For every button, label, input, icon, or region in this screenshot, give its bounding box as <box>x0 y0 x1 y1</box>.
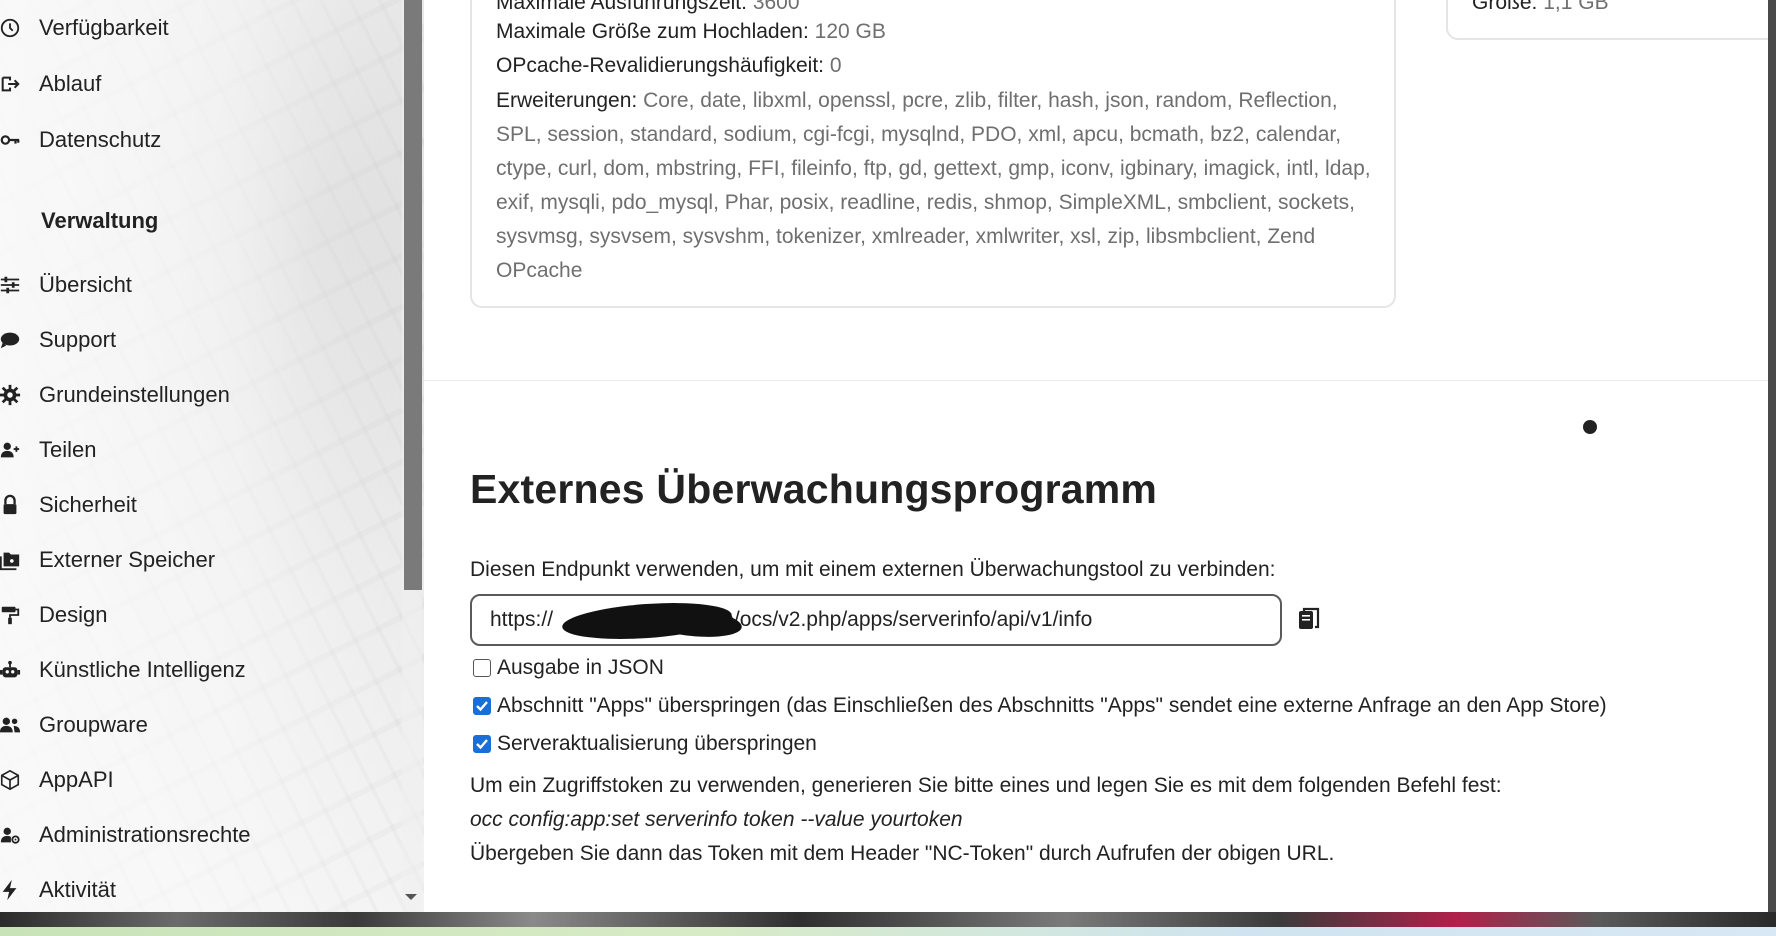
nav-item-label: Verfügbarkeit <box>39 15 169 40</box>
nav-item-privacy[interactable]: Datenschutz <box>0 118 400 162</box>
lock-icon <box>0 493 22 517</box>
php-extensions: Erweiterungen: Core, date, libxml, opens… <box>496 89 1371 282</box>
nav-section-heading: Verwaltung <box>41 208 159 233</box>
group-icon <box>0 713 22 737</box>
skip-update-checkbox[interactable] <box>473 735 491 753</box>
option-json-output[interactable]: Ausgabe in JSON <box>470 656 664 680</box>
nav-item-label: Ablauf <box>39 71 102 96</box>
taskbar <box>0 927 1776 936</box>
gear-icon <box>0 383 22 407</box>
token-usage-text: Übergeben Sie dann das Token mit dem Hea… <box>470 842 1335 865</box>
nav-item-design[interactable]: Design <box>0 593 400 637</box>
nav-item-label: Groupware <box>39 712 148 737</box>
php-info-line: Maximale Größe zum Hochladen: 120 GB <box>496 20 886 43</box>
option-label: Abschnitt "Apps" überspringen (das Einsc… <box>497 694 1607 717</box>
lightning-icon <box>0 878 22 902</box>
paint-roller-icon <box>0 603 22 627</box>
nav-item-label: Design <box>39 602 108 627</box>
option-skip-apps[interactable]: Abschnitt "Apps" überspringen (das Einsc… <box>470 694 1607 718</box>
sliders-icon <box>0 273 22 297</box>
nav-item-sharing[interactable]: Teilen <box>0 428 400 472</box>
chat-bubble-icon <box>0 328 22 352</box>
option-label: Ausgabe in JSON <box>497 656 664 679</box>
option-skip-update[interactable]: Serveraktualisierung überspringen <box>470 732 817 756</box>
nav-item-expiration[interactable]: Ablauf <box>0 62 400 106</box>
sidebar-scrollbar-thumb[interactable] <box>404 0 422 590</box>
nav-item-label: Grundeinstellungen <box>39 382 230 407</box>
section-title: Externes Überwachungsprogramm <box>470 466 1158 512</box>
nav-item-activity[interactable]: Aktivität <box>0 868 400 912</box>
token-help-text: Um ein Zugriffstoken zu verwenden, gener… <box>470 774 1502 797</box>
user-gear-icon <box>0 823 22 847</box>
nav-item-groupware[interactable]: Groupware <box>0 703 400 747</box>
nav-item-admin-rights[interactable]: Administrationsrechte <box>0 813 400 857</box>
nav-item-availability[interactable]: Verfügbarkeit <box>0 6 400 50</box>
nav-item-label: Teilen <box>39 437 97 462</box>
section-divider <box>424 380 1768 381</box>
nav-item-security[interactable]: Sicherheit <box>0 483 400 527</box>
php-info-line: OPcache-Revalidierungshäufigkeit: 0 <box>496 54 842 77</box>
nav-item-label: Aktivität <box>39 877 117 902</box>
endpoint-label: Diesen Endpunkt verwenden, um mit einem … <box>470 558 1276 581</box>
share-user-icon <box>0 438 22 462</box>
nav-item-label: Datenschutz <box>39 127 162 152</box>
token-command: occ config:app:set serverinfo token --va… <box>470 808 963 831</box>
copy-icon <box>1298 607 1320 636</box>
copy-url-button[interactable] <box>1294 606 1324 636</box>
cube-icon <box>0 768 22 792</box>
json-output-checkbox[interactable] <box>473 659 491 677</box>
nav-item-label: Künstliche Intelligenz <box>39 657 246 682</box>
nav-item-basic-settings[interactable]: Grundeinstellungen <box>0 373 400 417</box>
nav-item-support[interactable]: Support <box>0 318 400 362</box>
skip-apps-checkbox[interactable] <box>473 697 491 715</box>
folder-network-icon <box>0 548 22 572</box>
nav-item-appapi[interactable]: AppAPI <box>0 758 400 802</box>
app-navigation: Verfügbarkeit Ablauf Datenschutz Übersic… <box>0 0 424 912</box>
nav-item-external-storage[interactable]: Externer Speicher <box>0 538 400 582</box>
window-edge <box>1768 0 1776 912</box>
logout-icon <box>0 72 22 96</box>
nav-item-label: Administrationsrechte <box>39 822 251 847</box>
nav-item-overview[interactable]: Übersicht <box>0 263 400 307</box>
nav-item-label: Übersicht <box>39 272 132 297</box>
scroll-down-arrow-icon[interactable] <box>405 894 417 900</box>
settings-content: Maximale Ausführungszeit: 3600 Maximale … <box>424 0 1768 912</box>
storage-size: Größe: 1,1 GB <box>1472 0 1609 14</box>
robot-icon <box>0 658 22 682</box>
nav-item-ai[interactable]: Künstliche Intelligenz <box>0 648 400 692</box>
loading-dot-icon <box>1583 420 1597 434</box>
nav-item-label: AppAPI <box>39 767 114 792</box>
nav-item-label: Support <box>39 327 117 352</box>
nav-item-label: Sicherheit <box>39 492 137 517</box>
key-icon <box>0 128 22 152</box>
nav-item-label: Externer Speicher <box>39 547 216 572</box>
option-label: Serveraktualisierung überspringen <box>497 732 817 755</box>
clock-icon <box>0 16 22 40</box>
